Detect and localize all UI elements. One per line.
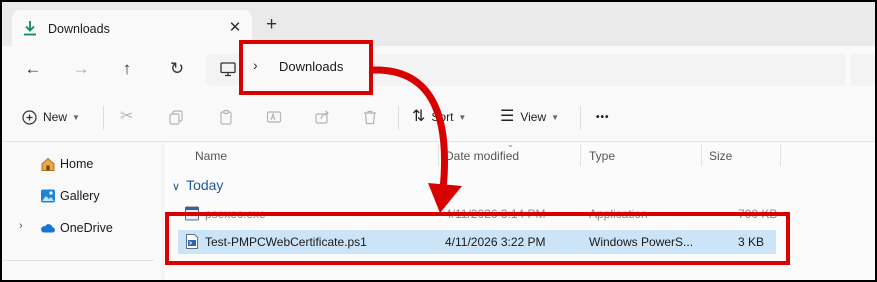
sidebar-item-label: Home — [60, 157, 94, 171]
tab-downloads[interactable]: Downloads ✕ — [12, 10, 252, 46]
chevron-down-icon: ∨ — [172, 181, 181, 193]
new-button[interactable]: New ▼ — [22, 92, 80, 142]
trash-icon — [364, 110, 376, 125]
onedrive-icon — [41, 224, 55, 233]
column-header-size[interactable]: Size — [709, 142, 732, 168]
chevron-down-icon: ▼ — [551, 112, 560, 122]
search-box[interactable] — [850, 54, 875, 86]
sidebar-item-gallery[interactable]: Gallery — [2, 184, 162, 208]
paste-button[interactable] — [218, 92, 234, 142]
sidebar-item-onedrive[interactable]: › OneDrive — [2, 216, 162, 240]
up-button[interactable]: ↑ — [116, 60, 138, 80]
sidebar-item-label: Gallery — [60, 189, 100, 203]
divider — [580, 106, 581, 130]
back-button[interactable]: ← — [22, 60, 44, 80]
navigation-pane: Home Gallery › OneDrive — [2, 142, 162, 280]
chevron-down-icon: ▼ — [72, 112, 80, 122]
group-header-today[interactable]: ∨ Today — [172, 177, 223, 193]
delete-button[interactable] — [362, 92, 378, 142]
rename-icon — [266, 111, 282, 123]
sidebar-item-home[interactable]: Home — [2, 152, 162, 176]
chevron-down-icon: ▼ — [458, 112, 467, 122]
close-tab-icon[interactable]: ✕ — [225, 18, 245, 36]
sort-icon: ⇅ — [412, 108, 426, 125]
navigation-bar: ← → ↑ ↻ — [2, 46, 875, 92]
chevron-right-icon[interactable]: › — [19, 220, 23, 232]
column-header-name[interactable]: Name — [195, 142, 227, 168]
new-tab-button[interactable]: + — [266, 15, 277, 34]
new-label: New — [43, 110, 68, 124]
divider — [2, 260, 154, 261]
cut-button[interactable]: ✂ — [120, 92, 133, 142]
divider — [398, 106, 399, 130]
file-row-highlight — [165, 212, 790, 265]
breadcrumb-chevron-icon: › — [253, 57, 258, 73]
gallery-icon — [41, 189, 55, 203]
copy-button[interactable] — [168, 92, 184, 142]
group-label: Today — [186, 177, 224, 193]
view-button[interactable]: ☰ View ▼ — [500, 92, 559, 142]
column-divider[interactable] — [438, 144, 439, 166]
refresh-button[interactable]: ↻ — [166, 60, 188, 80]
plus-circle-icon — [22, 109, 37, 125]
forward-button[interactable]: → — [70, 60, 92, 80]
clipboard-icon — [220, 109, 232, 125]
column-divider[interactable] — [780, 144, 781, 166]
view-list-icon: ☰ — [500, 108, 515, 125]
column-header-type[interactable]: Type — [589, 142, 615, 168]
sort-label: Sort — [431, 110, 454, 124]
sidebar-item-label: OneDrive — [60, 221, 113, 235]
divider — [103, 106, 104, 130]
sort-button[interactable]: ⇅ Sort ▼ — [412, 92, 466, 142]
this-pc-icon — [220, 62, 236, 77]
download-icon — [24, 21, 36, 36]
scissors-icon: ✂ — [120, 108, 134, 125]
copy-icon — [169, 110, 183, 125]
rename-button[interactable] — [266, 92, 282, 142]
column-header-date[interactable]: Date modified — [445, 142, 519, 168]
breadcrumb-highlight[interactable]: › Downloads — [239, 40, 373, 95]
view-label: View — [520, 110, 547, 124]
breadcrumb-downloads[interactable]: Downloads — [279, 59, 343, 74]
tab-strip: Downloads ✕ + — [2, 2, 875, 46]
column-divider[interactable] — [580, 144, 581, 166]
share-button[interactable] — [314, 92, 330, 142]
tab-title: Downloads — [48, 22, 110, 36]
share-icon — [315, 110, 329, 124]
command-bar: New ▼ ✂ ⇅ Sort ▼ ☰ View ▼ ••• — [2, 92, 875, 142]
more-options-button[interactable]: ••• — [596, 92, 610, 142]
column-divider[interactable] — [701, 144, 702, 166]
home-icon — [41, 157, 55, 171]
